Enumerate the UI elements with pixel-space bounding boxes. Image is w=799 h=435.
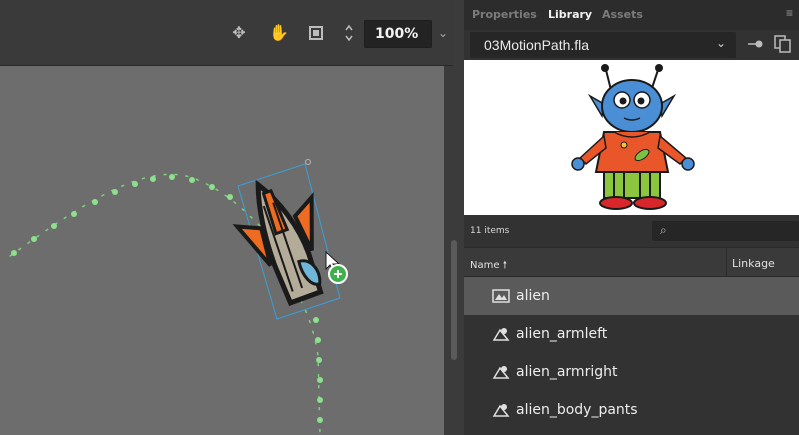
- clip-icon[interactable]: [305, 22, 327, 44]
- tab-assets[interactable]: Assets: [602, 8, 643, 21]
- file-row: 03MotionPath.fla ⌄: [464, 30, 799, 60]
- library-file-name: 03MotionPath.fla: [484, 37, 590, 53]
- library-item-label: alien_armright: [516, 364, 618, 380]
- search-icon: ⌕: [660, 223, 667, 237]
- zoom-dropdown-icon[interactable]: ⌄: [434, 22, 452, 44]
- stage-toolbar: ✥ ✋ 100% ⌄: [0, 0, 453, 66]
- zoom-input[interactable]: 100%: [364, 20, 432, 48]
- item-count: 11 items: [470, 226, 510, 236]
- graphic-symbol-icon: [492, 364, 510, 380]
- column-divider[interactable]: [726, 248, 727, 278]
- stage-artwork: [9, 159, 348, 435]
- add-badge-icon: [328, 264, 348, 284]
- tab-properties[interactable]: Properties: [472, 8, 537, 21]
- library-item-alien-body-pants[interactable]: alien_body_pants: [464, 391, 799, 429]
- library-panel: Properties Library Assets ≡ 03MotionPath…: [464, 0, 799, 435]
- sort-up-icon: 🠕: [502, 260, 507, 271]
- column-name-header[interactable]: Name 🠕: [470, 258, 507, 275]
- library-item-label: alien: [516, 288, 550, 304]
- panel-tabs: Properties Library Assets ≡: [464, 0, 799, 30]
- panel-divider: [453, 0, 464, 66]
- graphic-symbol-icon: [492, 326, 510, 342]
- library-search-row: 11 items ⌕: [464, 215, 799, 247]
- library-item-alien-armleft[interactable]: alien_armleft: [464, 315, 799, 353]
- library-item-label: alien_body_pants: [516, 402, 638, 418]
- stage-scrollbar[interactable]: [451, 240, 457, 360]
- column-linkage-header[interactable]: Linkage: [732, 257, 775, 270]
- movie-clip-icon: [492, 288, 510, 304]
- library-search-input[interactable]: ⌕: [652, 221, 799, 241]
- rocket-symbol: [232, 179, 324, 307]
- hand-icon[interactable]: ✋: [268, 22, 290, 44]
- library-item-list: alien alien_armleft alien_armright alien…: [464, 277, 799, 435]
- library-file-select[interactable]: 03MotionPath.fla ⌄: [470, 32, 736, 58]
- snap-icon[interactable]: ✥: [228, 22, 250, 44]
- library-column-header: Name 🠕 Linkage: [464, 247, 799, 278]
- tab-library[interactable]: Library: [548, 8, 592, 21]
- pin-icon[interactable]: [748, 38, 764, 53]
- library-preview: [464, 60, 799, 215]
- library-item-label: alien_armleft: [516, 326, 608, 342]
- graphic-symbol-icon: [492, 402, 510, 418]
- stage-canvas[interactable]: [0, 66, 444, 435]
- stepper-icon[interactable]: [338, 22, 360, 44]
- library-item-alien[interactable]: alien: [464, 277, 799, 315]
- panel-menu-icon[interactable]: ≡: [786, 6, 793, 20]
- chevron-down-icon: ⌄: [715, 36, 726, 50]
- alien-preview-image: [571, 64, 695, 210]
- new-library-panel-icon[interactable]: [774, 35, 792, 53]
- library-item-alien-armright[interactable]: alien_armright: [464, 353, 799, 391]
